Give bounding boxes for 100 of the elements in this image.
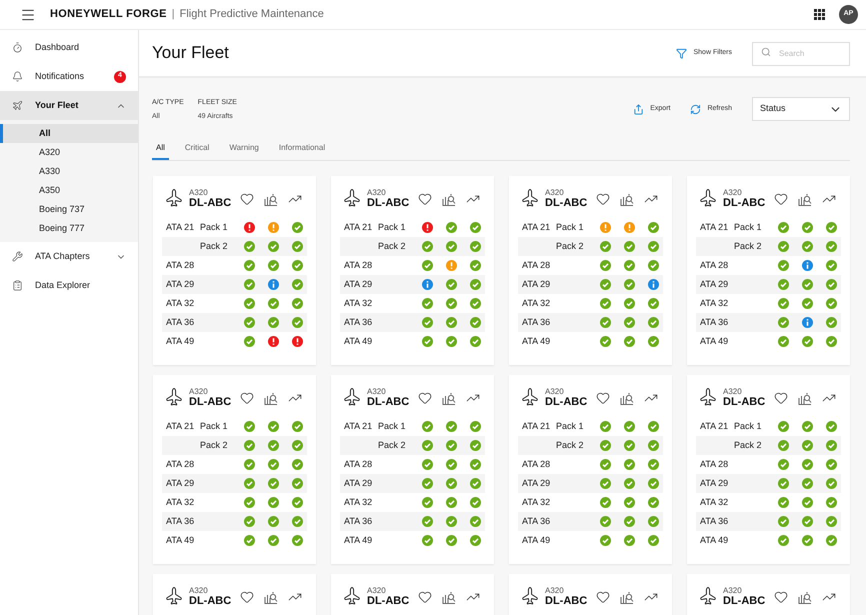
ata-chapter: ATA 49 xyxy=(344,336,372,346)
ata-chapter: ATA 32 xyxy=(522,298,550,308)
chart-search-icon[interactable] xyxy=(442,392,456,404)
chart-search-icon[interactable] xyxy=(620,192,634,206)
chart-search-icon[interactable] xyxy=(264,192,278,206)
ata-chapter: ATA 21 xyxy=(166,222,194,232)
bell-icon xyxy=(12,71,23,82)
ata-chapter: ATA 29 xyxy=(344,278,372,289)
heart-icon[interactable] xyxy=(774,590,788,604)
app-grid-icon[interactable] xyxy=(814,9,825,20)
ata-chapter: ATA 32 xyxy=(522,496,550,507)
ata-chapter: ATA 29 xyxy=(522,478,550,488)
ata-chapter: ATA 49 xyxy=(700,534,728,545)
ata-chapter: ATA 49 xyxy=(166,336,194,346)
ata-chapter: ATA 21 xyxy=(700,420,728,431)
status-dropdown[interactable]: Status xyxy=(752,97,850,121)
ata-chapter: ATA 28 xyxy=(166,260,194,270)
heart-icon[interactable] xyxy=(240,590,254,604)
heart-icon[interactable] xyxy=(418,192,432,206)
tail-number: DL-ABC xyxy=(723,197,766,210)
refresh-icon xyxy=(690,104,702,115)
heart-icon[interactable] xyxy=(596,590,610,604)
ata-chapter: ATA 28 xyxy=(700,260,728,270)
chart-search-icon[interactable] xyxy=(798,590,812,604)
component-label: Pack 1 xyxy=(556,222,584,232)
tail-number: DL-ABC xyxy=(367,396,410,409)
ata-chapter: ATA 28 xyxy=(700,458,728,469)
heart-icon[interactable] xyxy=(774,192,788,206)
heart-icon[interactable] xyxy=(240,192,254,206)
aircraft-type: A320 xyxy=(189,387,209,396)
ata-chapter: ATA 21 xyxy=(522,420,550,431)
product-name: Flight Predictive Maintenance xyxy=(180,7,324,22)
filter-tab[interactable]: All xyxy=(152,138,169,160)
component-label: Pack 1 xyxy=(556,420,584,431)
ata-chapter: ATA 28 xyxy=(344,458,372,469)
ata-chapter: ATA 21 xyxy=(522,222,550,232)
export-icon xyxy=(633,104,644,115)
heart-icon[interactable] xyxy=(418,391,432,405)
aircraft-type: A320 xyxy=(189,586,209,595)
fleet-filter-item[interactable]: A330 xyxy=(0,162,138,181)
chart-search-icon[interactable] xyxy=(442,590,456,604)
chart-search-icon[interactable] xyxy=(442,192,456,206)
chart-search-icon[interactable] xyxy=(798,392,812,404)
ata-chapter: ATA 49 xyxy=(344,534,372,545)
chart-search-icon[interactable] xyxy=(620,392,634,404)
nav-item[interactable]: ATA Chapters xyxy=(0,242,138,271)
ata-chapter: ATA 28 xyxy=(522,260,550,270)
fleet-filter-item[interactable]: All xyxy=(0,124,138,143)
ata-chapter: ATA 32 xyxy=(166,496,194,507)
tail-number: DL-ABC xyxy=(545,595,588,608)
chart-search-icon[interactable] xyxy=(264,590,278,604)
chart-search-icon[interactable] xyxy=(798,192,812,206)
fleet-filter-item[interactable]: Boeing 777 xyxy=(0,219,138,238)
plane-icon xyxy=(12,100,23,111)
brand-logo: HONEYWELL FORGE xyxy=(50,7,167,22)
component-label: Pack 2 xyxy=(734,240,762,251)
chart-search-icon[interactable] xyxy=(620,590,634,604)
aircraft-type: A320 xyxy=(723,586,743,595)
ata-chapter: ATA 29 xyxy=(166,478,194,488)
aircraft-type: A320 xyxy=(189,188,209,197)
heart-icon[interactable] xyxy=(596,391,610,405)
tail-number: DL-ABC xyxy=(367,197,410,210)
ata-chapter: ATA 36 xyxy=(166,516,194,526)
nav-item[interactable]: Dashboard xyxy=(0,33,138,62)
tail-number: DL-ABC xyxy=(723,396,766,409)
aircraft-type: A320 xyxy=(367,387,387,396)
nav-item[interactable]: Your Fleet xyxy=(0,91,138,120)
wrench-icon xyxy=(12,251,23,262)
component-label: Pack 1 xyxy=(734,420,762,431)
aircraft-type: A320 xyxy=(545,188,565,197)
filter-tab[interactable]: Warning xyxy=(225,138,263,160)
ata-chapter: ATA 21 xyxy=(344,222,372,232)
nav-item[interactable]: Data Explorer xyxy=(0,271,138,300)
timer-icon xyxy=(12,42,23,53)
aircraft-type: A320 xyxy=(545,586,565,595)
fleet-filter-item[interactable]: Boeing 737 xyxy=(0,200,138,219)
filter-tab[interactable]: Critical xyxy=(180,138,214,160)
ata-chapter: ATA 32 xyxy=(700,496,728,507)
ata-chapter: ATA 36 xyxy=(700,316,728,327)
title-separator: | xyxy=(172,7,175,22)
fleet-filter-item[interactable]: A350 xyxy=(0,181,138,200)
ata-chapter: ATA 36 xyxy=(522,516,550,526)
component-label: Pack 1 xyxy=(378,222,406,232)
heart-icon[interactable] xyxy=(774,391,788,405)
component-label: Pack 1 xyxy=(200,222,228,232)
tail-number: DL-ABC xyxy=(545,197,588,210)
ata-chapter: ATA 28 xyxy=(522,458,550,469)
ata-chapter: ATA 32 xyxy=(344,496,372,507)
search-field[interactable]: Search xyxy=(752,42,850,66)
tail-number: DL-ABC xyxy=(723,595,766,608)
chart-search-icon[interactable] xyxy=(264,392,278,404)
heart-icon[interactable] xyxy=(240,391,254,405)
clipboard-icon xyxy=(12,280,23,291)
filter-tab[interactable]: Informational xyxy=(274,138,330,160)
heart-icon[interactable] xyxy=(596,192,610,206)
tail-number: DL-ABC xyxy=(189,197,232,210)
ata-chapter: ATA 36 xyxy=(522,316,550,327)
component-label: Pack 2 xyxy=(378,440,406,450)
heart-icon[interactable] xyxy=(418,590,432,604)
fleet-filter-item[interactable]: A320 xyxy=(0,143,138,162)
